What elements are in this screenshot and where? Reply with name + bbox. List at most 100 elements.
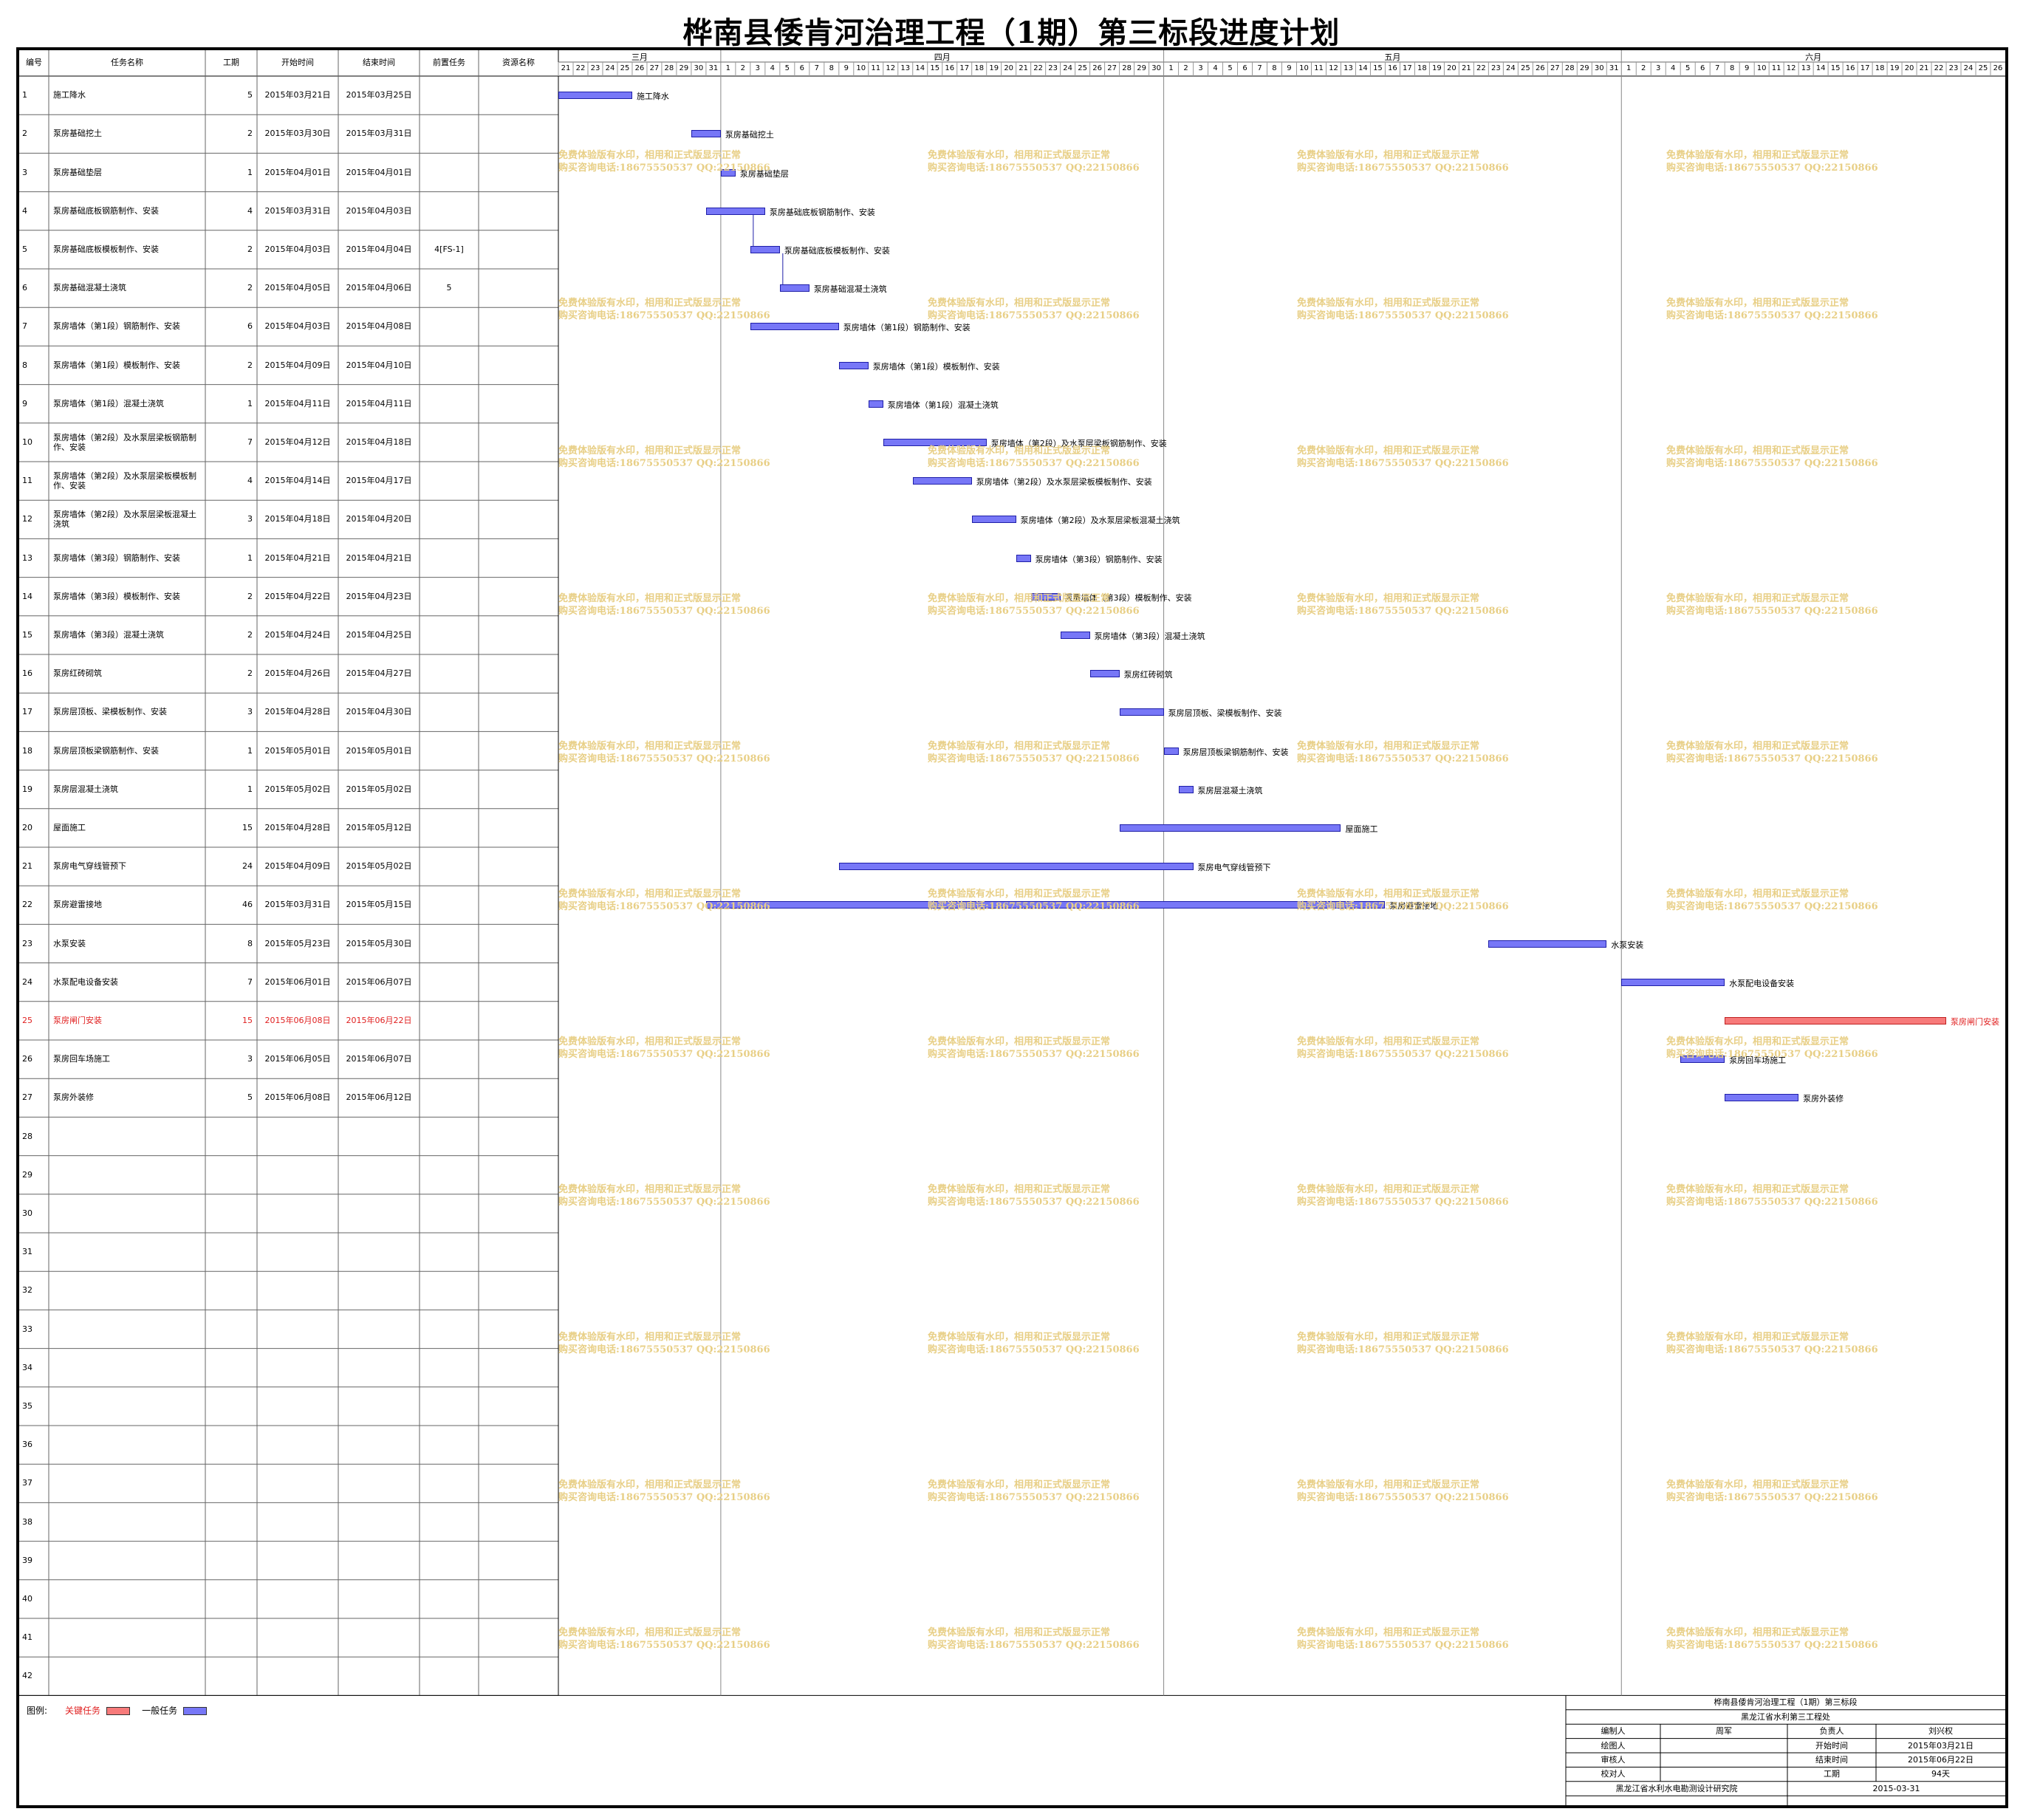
page-title: 桦南县倭肯河治理工程（1期）第三标段进度计划 bbox=[682, 16, 1341, 50]
task-pred: 5 bbox=[446, 283, 452, 293]
task-bar[interactable] bbox=[1488, 940, 1607, 948]
watermark-line1: 免费体验版有水印，相用和正式版显示正常 bbox=[1297, 1036, 1480, 1047]
task-bar[interactable] bbox=[971, 516, 1016, 524]
title-block-value: 94天 bbox=[1931, 1769, 1950, 1779]
day-label: 12 bbox=[1786, 64, 1796, 72]
watermark: 免费体验版有水印，相用和正式版显示正常 购买咨询电话:18675550537 QQ… bbox=[1297, 592, 1509, 618]
task-id: 21 bbox=[22, 861, 32, 872]
task-id: 6 bbox=[22, 283, 27, 293]
task-start: 2015年06月05日 bbox=[264, 1054, 331, 1064]
task-bar[interactable] bbox=[1060, 631, 1090, 639]
watermark: 免费体验版有水印，相用和正式版显示正常 购买咨询电话:18675550537 QQ… bbox=[1666, 1183, 1878, 1208]
watermark: 免费体验版有水印，相用和正式版显示正常 购买咨询电话:18675550537 QQ… bbox=[1666, 1479, 1878, 1504]
watermark: 免费体验版有水印，相用和正式版显示正常 购买咨询电话:18675550537 QQ… bbox=[928, 888, 1140, 913]
task-id: 17 bbox=[22, 707, 32, 717]
day-label: 8 bbox=[1272, 64, 1277, 72]
row-number: 42 bbox=[22, 1671, 32, 1681]
watermark-line1: 免费体验版有水印，相用和正式版显示正常 bbox=[1297, 593, 1480, 604]
day-label: 28 bbox=[1122, 64, 1132, 72]
watermark-line1: 免费体验版有水印，相用和正式版显示正常 bbox=[928, 1627, 1111, 1638]
row-number: 29 bbox=[22, 1169, 32, 1180]
watermark-line1: 免费体验版有水印，相用和正式版显示正常 bbox=[928, 445, 1111, 456]
day-label: 25 bbox=[1978, 64, 1988, 72]
task-bar[interactable] bbox=[1016, 554, 1031, 562]
day-label: 23 bbox=[1048, 64, 1058, 72]
watermark-line1: 免费体验版有水印，相用和正式版显示正常 bbox=[1666, 1184, 1849, 1195]
day-label: 28 bbox=[1564, 64, 1575, 72]
watermark-line2: 购买咨询电话:18675550537 QQ:22150866 bbox=[1666, 162, 1878, 174]
watermark: 免费体验版有水印，相用和正式版显示正常 购买咨询电话:18675550537 QQ… bbox=[928, 445, 1140, 470]
task-start: 2015年06月08日 bbox=[264, 1092, 331, 1103]
task-duration: 3 bbox=[247, 514, 253, 524]
task-id: 14 bbox=[22, 591, 32, 601]
task-bar[interactable] bbox=[912, 477, 972, 485]
task-duration: 1 bbox=[247, 784, 253, 794]
task-name: 泵房红砖砌筑 bbox=[53, 668, 102, 679]
day-label: 22 bbox=[1934, 64, 1944, 72]
day-label: 15 bbox=[1373, 64, 1383, 72]
header-resource: 资源名称 bbox=[502, 58, 535, 67]
day-label: 21 bbox=[1019, 64, 1029, 72]
task-bar[interactable] bbox=[838, 361, 869, 369]
day-label: 5 bbox=[1228, 64, 1233, 72]
watermark-line1: 免费体验版有水印，相用和正式版显示正常 bbox=[1666, 1627, 1849, 1638]
day-label: 4 bbox=[1671, 64, 1676, 72]
task-end: 2015年05月30日 bbox=[346, 938, 412, 948]
task-bar[interactable] bbox=[691, 130, 721, 138]
task-name: 泵房墙体（第1段）模板制作、安装 bbox=[53, 360, 180, 370]
task-bar[interactable] bbox=[705, 207, 765, 215]
watermark: 免费体验版有水印，相用和正式版显示正常 购买咨询电话:18675550537 QQ… bbox=[1297, 149, 1509, 174]
task-id: 8 bbox=[22, 360, 27, 370]
task-duration: 15 bbox=[242, 1015, 253, 1025]
title-block-project: 桦南县倭肯河治理工程（1期）第三标段 bbox=[1714, 1697, 1858, 1708]
watermark-line1: 免费体验版有水印，相用和正式版显示正常 bbox=[928, 593, 1111, 604]
task-bar[interactable] bbox=[1089, 670, 1120, 678]
watermark-line2: 购买咨询电话:18675550537 QQ:22150866 bbox=[928, 901, 1140, 912]
watermark-line1: 免费体验版有水印，相用和正式版显示正常 bbox=[928, 1184, 1111, 1195]
task-end: 2015年05月02日 bbox=[346, 784, 412, 794]
task-bar[interactable] bbox=[1163, 747, 1179, 755]
critical-task-bar[interactable] bbox=[1725, 1016, 1947, 1024]
task-bar[interactable] bbox=[1178, 785, 1194, 793]
header-start: 开始时间 bbox=[281, 58, 314, 67]
task-bar[interactable] bbox=[750, 245, 780, 253]
watermark-line1: 免费体验版有水印，相用和正式版显示正常 bbox=[928, 150, 1111, 161]
watermark: 免费体验版有水印，相用和正式版显示正常 购买咨询电话:18675550537 QQ… bbox=[558, 445, 770, 470]
task-bar[interactable] bbox=[1621, 978, 1725, 986]
task-bar-label: 屋面施工 bbox=[1345, 824, 1378, 834]
task-id: 23 bbox=[22, 938, 32, 948]
task-bar[interactable] bbox=[1119, 824, 1341, 832]
day-label: 18 bbox=[974, 64, 985, 72]
task-bar-label: 泵房墙体（第3段）钢筋制作、安装 bbox=[1035, 554, 1163, 564]
day-label: 25 bbox=[1520, 64, 1530, 72]
day-label: 9 bbox=[1744, 64, 1750, 72]
watermark: 免费体验版有水印，相用和正式版显示正常 购买咨询电话:18675550537 QQ… bbox=[928, 1183, 1140, 1208]
watermark: 免费体验版有水印，相用和正式版显示正常 购买咨询电话:18675550537 QQ… bbox=[1666, 1036, 1878, 1061]
task-start: 2015年04月11日 bbox=[264, 398, 331, 408]
task-bar[interactable] bbox=[1725, 1094, 1799, 1102]
task-bar[interactable] bbox=[868, 400, 883, 408]
task-bar[interactable] bbox=[1119, 708, 1164, 716]
task-bar[interactable] bbox=[779, 284, 809, 292]
watermark-line1: 免费体验版有水印，相用和正式版显示正常 bbox=[1666, 1332, 1849, 1343]
task-end: 2015年06月07日 bbox=[346, 1054, 412, 1064]
task-end: 2015年04月08日 bbox=[346, 321, 412, 332]
task-bar[interactable] bbox=[558, 92, 632, 100]
task-start: 2015年04月01日 bbox=[264, 167, 331, 177]
row-number: 36 bbox=[22, 1440, 32, 1450]
watermark-line2: 购买咨询电话:18675550537 QQ:22150866 bbox=[558, 606, 770, 617]
day-label: 25 bbox=[1078, 64, 1087, 72]
task-id: 27 bbox=[22, 1092, 32, 1103]
watermark-line1: 免费体验版有水印，相用和正式版显示正常 bbox=[928, 741, 1111, 752]
day-label: 17 bbox=[1860, 64, 1870, 72]
task-bar[interactable] bbox=[750, 323, 839, 331]
task-bar[interactable] bbox=[838, 863, 1194, 871]
watermark: 免费体验版有水印，相用和正式版显示正常 购买咨询电话:18675550537 QQ… bbox=[928, 1331, 1140, 1356]
watermark-line1: 免费体验版有水印，相用和正式版显示正常 bbox=[558, 150, 742, 161]
day-label: 6 bbox=[1700, 64, 1705, 72]
task-end: 2015年05月02日 bbox=[346, 861, 412, 872]
day-label: 23 bbox=[1490, 64, 1501, 72]
task-duration: 1 bbox=[247, 398, 253, 408]
month-label: 三月 bbox=[631, 52, 648, 62]
task-bar-label: 泵房基础底板模板制作、安装 bbox=[784, 245, 890, 256]
